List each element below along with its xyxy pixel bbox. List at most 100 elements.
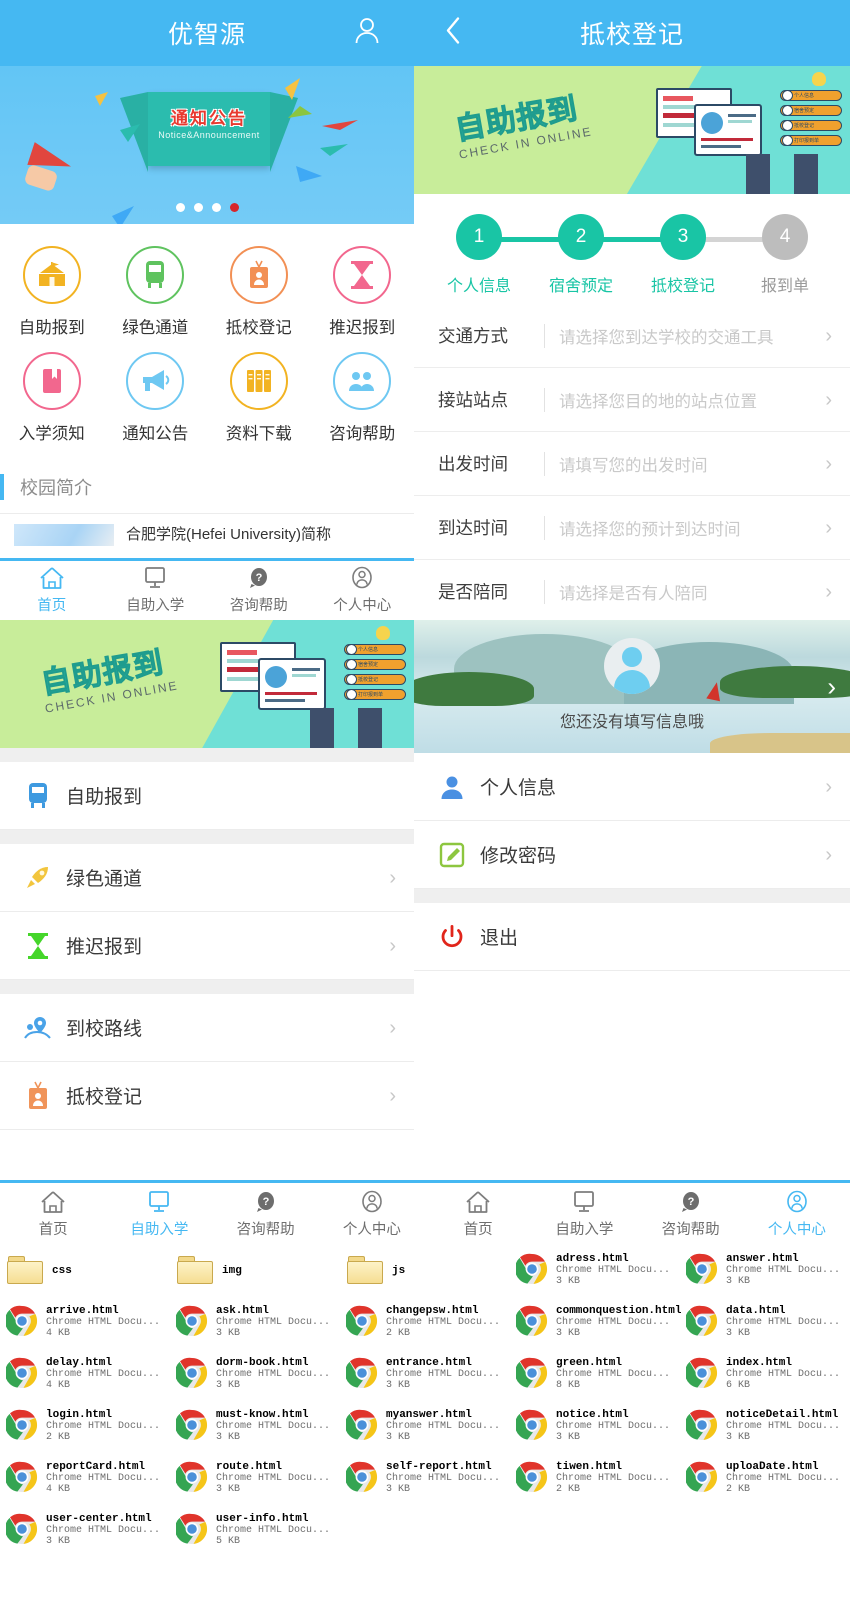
grid-item-download[interactable]: 资料下载 [207, 344, 311, 450]
grid-item-green-channel[interactable]: 绿色通道 [104, 238, 208, 344]
file-item[interactable]: changepsw.htmlChrome HTML Docu...2 KB [346, 1302, 516, 1354]
carousel-dot[interactable] [194, 203, 203, 212]
form-row-arrival-time[interactable]: 到达时间 请选择您的预计到达时间 › [414, 496, 850, 560]
chrome-icon [686, 1305, 720, 1339]
tab-home[interactable]: 首页 [0, 1183, 106, 1246]
profile-banner[interactable]: 您还没有填写信息哦 › [414, 620, 850, 753]
step-1[interactable]: 1 个人信息 [428, 214, 530, 296]
file-item[interactable]: ask.htmlChrome HTML Docu...3 KB [176, 1302, 346, 1354]
file-item[interactable]: myanswer.htmlChrome HTML Docu...3 KB [346, 1406, 516, 1458]
grid-item-self-report[interactable]: 自助报到 [0, 238, 104, 344]
file-item[interactable]: index.htmlChrome HTML Docu...6 KB [686, 1354, 850, 1406]
file-type: Chrome HTML Docu... [216, 1525, 330, 1536]
file-item[interactable]: arrive.htmlChrome HTML Docu...4 KB [6, 1302, 176, 1354]
file-item[interactable]: reportCard.htmlChrome HTML Docu...4 KB [6, 1458, 176, 1510]
tab-self-enroll[interactable]: 自助入学 [104, 561, 208, 620]
chrome-icon [516, 1305, 550, 1339]
file-type: Chrome HTML Docu... [46, 1421, 160, 1432]
list-item-route[interactable]: 到校路线 › [0, 994, 414, 1062]
file-item[interactable]: commonquestion.htmlChrome HTML Docu...3 … [516, 1302, 686, 1354]
grid-item-arrival-reg[interactable]: 抵校登记 [207, 238, 311, 344]
file-name: answer.html [726, 1253, 840, 1265]
tab-profile[interactable]: 个人中心 [319, 1183, 425, 1246]
file-item[interactable]: uploaDate.htmlChrome HTML Docu...2 KB [686, 1458, 850, 1510]
file-item[interactable]: entrance.htmlChrome HTML Docu...3 KB [346, 1354, 516, 1406]
file-size: 3 KB [556, 1432, 670, 1443]
tab-home[interactable]: 首页 [0, 561, 104, 620]
tab-help[interactable]: ? 咨询帮助 [213, 1183, 319, 1246]
file-item[interactable]: route.htmlChrome HTML Docu...3 KB [176, 1458, 346, 1510]
tab-profile[interactable]: 个人中心 [744, 1183, 850, 1246]
folder-item[interactable]: js [346, 1250, 516, 1302]
folder-item[interactable]: css [6, 1250, 176, 1302]
file-type: Chrome HTML Docu... [216, 1369, 330, 1380]
tab-self-enroll[interactable]: 自助入学 [106, 1183, 212, 1246]
carousel-dot[interactable] [176, 203, 185, 212]
tab-help[interactable]: ? 咨询帮助 [638, 1183, 744, 1246]
list-item-arrival-reg[interactable]: 抵校登记 › [0, 1062, 414, 1130]
file-item[interactable]: dorm-book.htmlChrome HTML Docu...3 KB [176, 1354, 346, 1406]
list-item-logout[interactable]: 退出 [414, 903, 850, 971]
file-item[interactable]: must-know.htmlChrome HTML Docu...3 KB [176, 1406, 346, 1458]
step-4[interactable]: 4 报到单 [734, 214, 836, 296]
user-icon[interactable] [354, 17, 380, 50]
form-row-station[interactable]: 接站站点 请选择您目的地的站点位置 › [414, 368, 850, 432]
file-explorer: 首页 自助入学 ? 咨询帮助 个人中心 首页 自助入学 [0, 1180, 850, 1613]
banner-pill: 打印报到单 [780, 135, 842, 146]
carousel-dots[interactable] [0, 203, 414, 212]
folder-icon [6, 1253, 46, 1287]
chevron-left-icon[interactable] [444, 16, 462, 51]
step-label: 宿舍预定 [549, 272, 613, 296]
form-row-departure-time[interactable]: 出发时间 请填写您的出发时间 › [414, 432, 850, 496]
tab-help[interactable]: ? 咨询帮助 [207, 561, 311, 620]
step-3[interactable]: 3 抵校登记 [632, 214, 734, 296]
tab-profile[interactable]: 个人中心 [311, 561, 415, 620]
list-item-personal-info[interactable]: 个人信息 › [414, 753, 850, 821]
grid-item-entrance-notes[interactable]: 入学须知 [0, 344, 104, 450]
file-item[interactable]: green.htmlChrome HTML Docu...8 KB [516, 1354, 686, 1406]
file-size: 6 KB [726, 1380, 840, 1391]
panel-profile: 您还没有填写信息哦 › 个人信息 › 修改密码 › [414, 620, 850, 1180]
carousel-dot[interactable] [212, 203, 221, 212]
step-2[interactable]: 2 宿舍预定 [530, 214, 632, 296]
file-item[interactable]: tiwen.htmlChrome HTML Docu...2 KB [516, 1458, 686, 1510]
tab-home[interactable]: 首页 [425, 1183, 531, 1246]
accompany-field[interactable]: 请选择是否有人陪同 [559, 580, 825, 604]
list-item-change-password[interactable]: 修改密码 › [414, 821, 850, 889]
grid-item-delay-report[interactable]: 推迟报到 [311, 238, 415, 344]
chrome-icon [516, 1461, 550, 1495]
grid-item-help[interactable]: 咨询帮助 [311, 344, 415, 450]
form-row-accompany[interactable]: 是否陪同 请选择是否有人陪同 › [414, 560, 850, 620]
file-item[interactable]: noticeDetail.htmlChrome HTML Docu...3 KB [686, 1406, 850, 1458]
home-carousel[interactable]: 通知公告 Notice&Announcement [0, 66, 414, 224]
station-field[interactable]: 请选择您目的地的站点位置 [559, 388, 825, 412]
file-item[interactable]: user-info.htmlChrome HTML Docu...5 KB [176, 1510, 346, 1562]
file-item[interactable]: adress.htmlChrome HTML Docu...3 KB [516, 1250, 686, 1302]
departure-time-field[interactable]: 请填写您的出发时间 [559, 452, 825, 476]
file-item[interactable]: delay.htmlChrome HTML Docu...4 KB [6, 1354, 176, 1406]
form-row-transport[interactable]: 交通方式 请选择您到达学校的交通工具 › [414, 304, 850, 368]
list-item-delay-report[interactable]: 推迟报到 › [0, 912, 414, 980]
banner-pill: 宿舍预定 [780, 105, 842, 116]
file-item[interactable]: answer.htmlChrome HTML Docu...3 KB [686, 1250, 850, 1302]
file-size: 3 KB [46, 1536, 160, 1547]
grid-item-notice[interactable]: 通知公告 [104, 344, 208, 450]
list-item-green-channel[interactable]: 绿色通道 › [0, 844, 414, 912]
file-item[interactable]: self-report.htmlChrome HTML Docu...3 KB [346, 1458, 516, 1510]
file-item[interactable]: notice.htmlChrome HTML Docu...3 KB [516, 1406, 686, 1458]
list-item-self-report[interactable]: 自助报到 [0, 762, 414, 830]
carousel-dot-active[interactable] [230, 203, 239, 212]
tab-self-enroll[interactable]: 自助入学 [531, 1183, 637, 1246]
file-item[interactable]: login.htmlChrome HTML Docu...2 KB [6, 1406, 176, 1458]
folder-item[interactable]: img [176, 1250, 346, 1302]
file-type: Chrome HTML Docu... [726, 1265, 840, 1276]
chevron-right-icon[interactable]: › [827, 671, 836, 702]
arrival-time-field[interactable]: 请选择您的预计到达时间 [559, 516, 825, 540]
file-item[interactable]: user-center.htmlChrome HTML Docu...3 KB [6, 1510, 176, 1562]
file-item[interactable]: data.htmlChrome HTML Docu...3 KB [686, 1302, 850, 1354]
campus-intro-row[interactable]: 合肥学院(Hefei University)简称 [0, 514, 414, 546]
transport-field[interactable]: 请选择您到达学校的交通工具 [559, 324, 825, 348]
chevron-right-icon: › [825, 845, 832, 865]
file-name: adress.html [556, 1253, 670, 1265]
list-gap [0, 830, 414, 844]
